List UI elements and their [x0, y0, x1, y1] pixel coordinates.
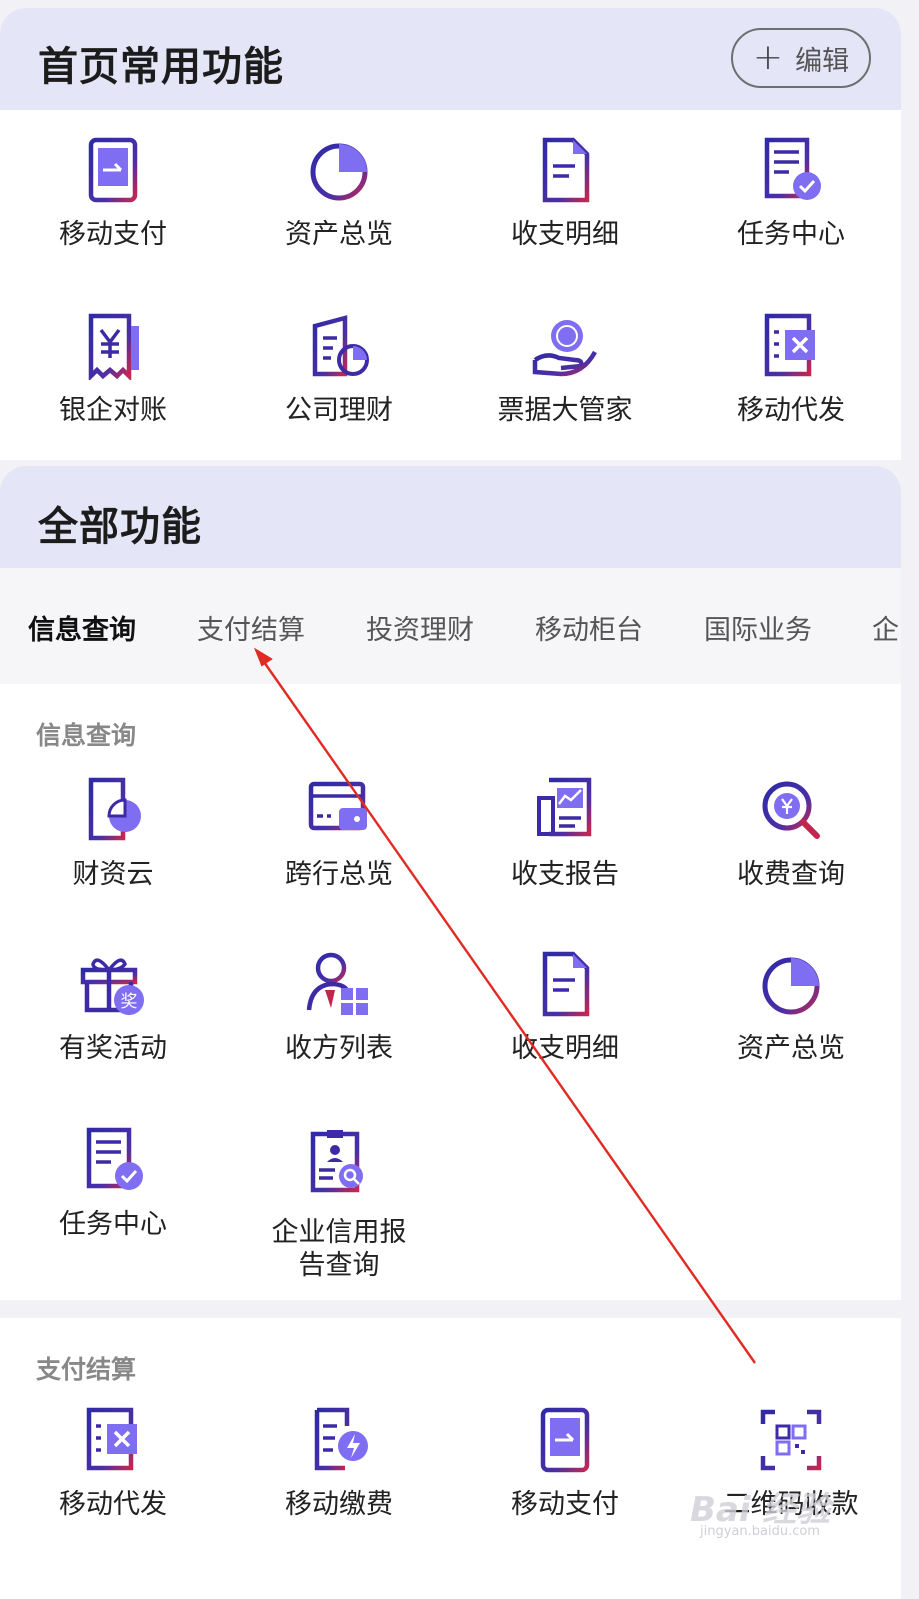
- payment-section-card: 支付结算 移动代发 移动缴费 移动支付 二维码收款: [0, 1318, 901, 1599]
- gift-icon: 奖: [80, 958, 144, 1015]
- info-item-asset-overview[interactable]: 资产总览: [678, 950, 901, 1065]
- yuan-search-icon: [762, 781, 820, 839]
- bolt-doc-icon: [314, 1407, 368, 1471]
- wallet-card-icon: [308, 781, 367, 831]
- tab-international[interactable]: 国际业务: [704, 608, 812, 647]
- fav-item-label: 票据大管家: [497, 395, 633, 426]
- fav-item-label: 收支明细: [511, 219, 619, 250]
- tab-payment-settlement[interactable]: 支付结算: [197, 608, 305, 647]
- tab-mobile-counter[interactable]: 移动柜台: [535, 608, 643, 647]
- cloud-doc-icon: [88, 777, 141, 841]
- all-functions-title: 全部功能: [38, 504, 202, 550]
- fav-item-label: 银企对账: [59, 395, 167, 426]
- pay-item-label: 移动代发: [59, 1489, 167, 1520]
- pay-section-title: 支付结算: [36, 1355, 137, 1384]
- tab-enterprise[interactable]: 企: [872, 608, 899, 647]
- task-check-icon: [86, 1127, 143, 1190]
- qr-code-icon: [760, 1409, 822, 1471]
- svg-text:奖: 奖: [121, 992, 138, 1012]
- mobile-payment-icon: [540, 1407, 590, 1473]
- info-item-payee-list[interactable]: 收方列表: [226, 950, 452, 1065]
- info-item-label: 企业信用报告查询: [271, 1217, 407, 1281]
- info-item-label: 财资云: [72, 859, 154, 890]
- info-item-income-details[interactable]: 收支明细: [452, 950, 678, 1065]
- document-icon: [542, 137, 590, 203]
- fav-item-bank-reconcile[interactable]: 银企对账: [0, 312, 226, 427]
- info-section-title: 信息查询: [36, 721, 137, 750]
- excel-sheet-icon: [86, 1407, 137, 1471]
- info-item-label: 收支明细: [511, 1033, 619, 1064]
- info-item-label: 收费查询: [737, 859, 845, 890]
- info-item-treasury-cloud[interactable]: 财资云: [0, 776, 226, 891]
- favorites-card: 首页常用功能 + 编辑 移动支付 资产总览 收支明细 任务中心 银企对账 公司理…: [0, 8, 901, 460]
- credit-report-icon: [310, 1130, 363, 1193]
- info-item-income-report[interactable]: 收支报告: [452, 776, 678, 891]
- user-grid-icon: [306, 952, 368, 1015]
- category-tabs: 信息查询 支付结算 投资理财 移动柜台 国际业务 企: [0, 568, 901, 684]
- fav-item-wealth-management[interactable]: 公司理财: [226, 312, 452, 427]
- all-functions-card: 全部功能 信息查询 支付结算 投资理财 移动柜台 国际业务 企 信息查询 财资云…: [0, 466, 901, 1300]
- fav-item-label: 公司理财: [285, 395, 393, 426]
- edit-button-label: 编辑: [795, 45, 850, 77]
- info-item-label: 跨行总览: [285, 859, 393, 890]
- pay-item-mobile-payroll[interactable]: 移动代发: [0, 1406, 226, 1521]
- fav-item-income-details[interactable]: 收支明细: [452, 136, 678, 251]
- document-icon: [542, 951, 590, 1017]
- tab-investment[interactable]: 投资理财: [366, 608, 474, 647]
- excel-sheet-icon: [764, 313, 815, 377]
- info-item-rewards[interactable]: 奖 有奖活动: [0, 950, 226, 1065]
- fav-item-asset-overview[interactable]: 资产总览: [226, 136, 452, 251]
- fav-item-label: 任务中心: [737, 219, 845, 250]
- fav-item-label: 移动支付: [59, 219, 167, 250]
- pay-item-label: 移动支付: [511, 1489, 619, 1520]
- pay-item-mobile-payment[interactable]: 移动支付: [452, 1406, 678, 1521]
- fav-item-label: 移动代发: [737, 395, 845, 426]
- favorites-title: 首页常用功能: [38, 44, 284, 90]
- pay-item-label: 移动缴费: [285, 1489, 393, 1520]
- info-item-label: 资产总览: [737, 1033, 845, 1064]
- info-item-label: 任务中心: [59, 1209, 167, 1240]
- pie-chart-icon: [762, 957, 820, 1015]
- fav-item-task-center[interactable]: 任务中心: [678, 136, 901, 251]
- fav-item-bill-manager[interactable]: 票据大管家: [452, 312, 678, 427]
- watermark-url: jingyan.baidu.com: [700, 1524, 820, 1539]
- fav-item-label: 资产总览: [285, 219, 393, 250]
- yuan-receipt-icon: [88, 313, 139, 380]
- info-item-label: 有奖活动: [59, 1033, 167, 1064]
- mobile-payment-icon: [88, 137, 138, 203]
- building-chart-icon: [312, 315, 369, 377]
- info-item-fee-query[interactable]: 收费查询: [678, 776, 901, 891]
- pay-item-mobile-bill[interactable]: 移动缴费: [226, 1406, 452, 1521]
- fav-item-mobile-payroll[interactable]: 移动代发: [678, 312, 901, 427]
- pie-chart-icon: [310, 143, 368, 201]
- info-item-task-center[interactable]: 任务中心: [0, 1126, 226, 1241]
- fav-item-mobile-payment[interactable]: 移动支付: [0, 136, 226, 251]
- info-item-label: 收支报告: [511, 859, 619, 890]
- report-chart-icon: [537, 777, 592, 837]
- edit-button[interactable]: + 编辑: [731, 28, 871, 88]
- tab-info-query[interactable]: 信息查询: [28, 608, 136, 647]
- info-item-credit-report[interactable]: 企业信用报告查询: [226, 1126, 452, 1282]
- plus-icon: +: [752, 37, 784, 78]
- info-item-cross-bank[interactable]: 跨行总览: [226, 776, 452, 891]
- info-item-label: 收方列表: [285, 1033, 393, 1064]
- bill-hand-icon: [532, 320, 597, 377]
- task-check-icon: [764, 137, 821, 200]
